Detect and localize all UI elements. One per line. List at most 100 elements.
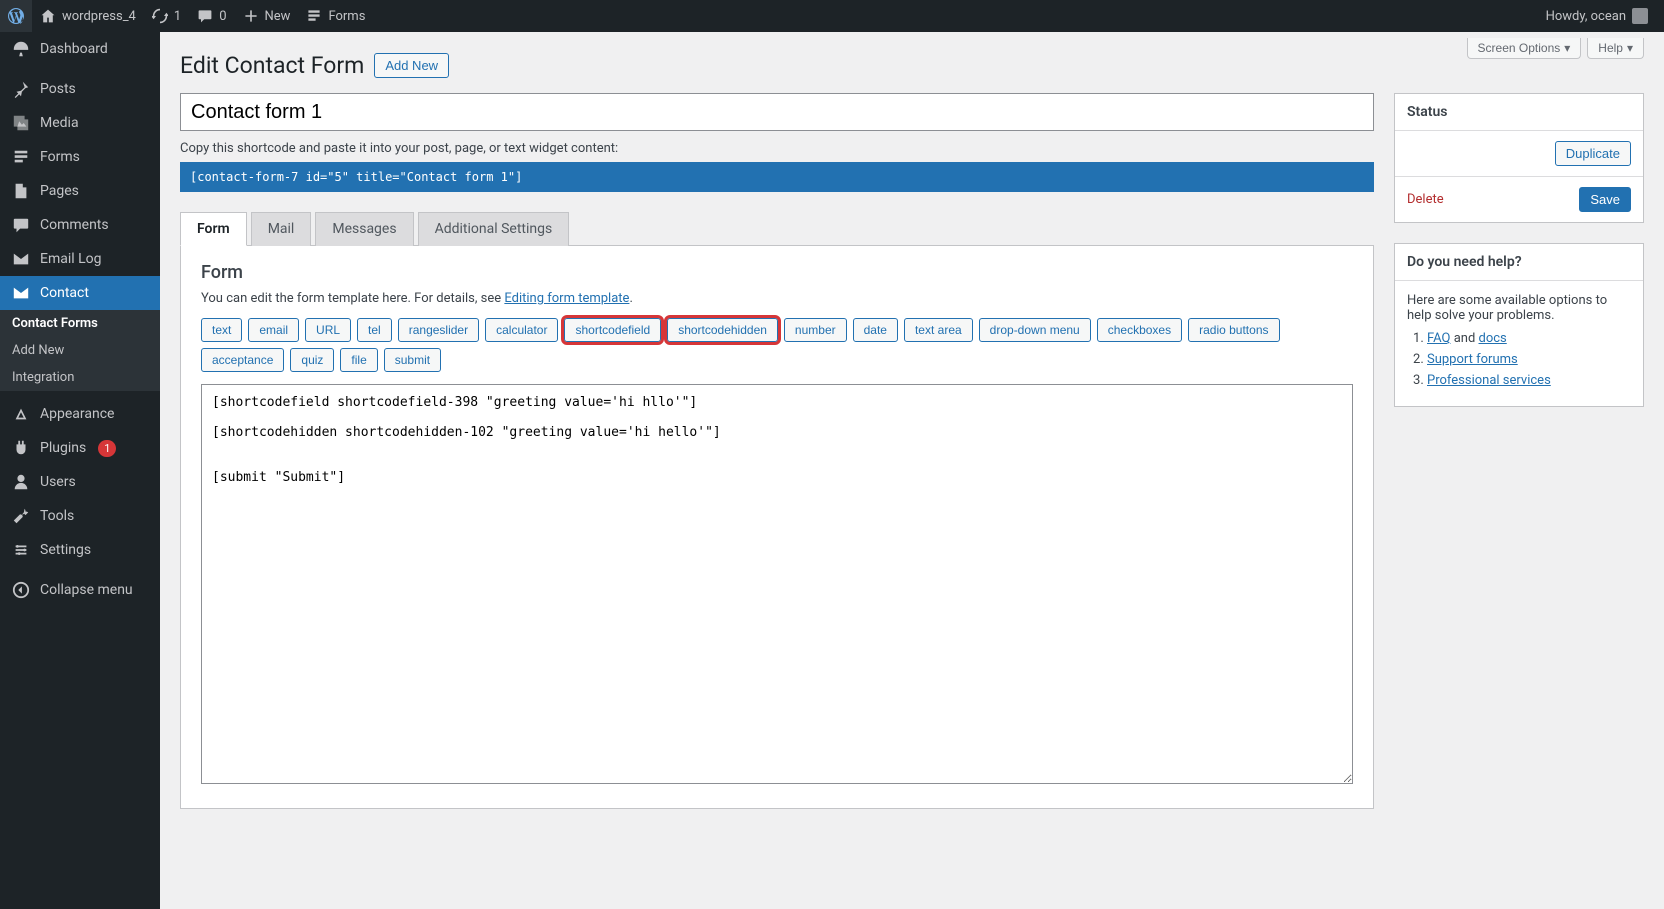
- menu-label: Media: [40, 115, 79, 131]
- tab-mail[interactable]: Mail: [251, 212, 312, 246]
- forms-label: Forms: [328, 9, 365, 24]
- menu-email-log[interactable]: Email Log: [0, 242, 160, 276]
- admin-sidebar: Dashboard Posts Media Forms Pages Commen…: [0, 32, 160, 909]
- support-forums-link[interactable]: Support forums: [1427, 352, 1518, 367]
- collapse-icon: [12, 581, 32, 599]
- tag-btn-shortcodehidden[interactable]: shortcodehidden: [667, 318, 778, 342]
- form-panel-heading: Form: [201, 262, 1353, 283]
- tab-messages[interactable]: Messages: [315, 212, 413, 246]
- tag-btn-file[interactable]: file: [340, 348, 377, 372]
- chevron-down-icon: ▾: [1627, 41, 1633, 55]
- help-item-support: Support forums: [1427, 352, 1631, 367]
- form-panel-desc: You can edit the form template here. For…: [201, 291, 1353, 306]
- menu-dashboard[interactable]: Dashboard: [0, 32, 160, 66]
- tag-btn-tel[interactable]: tel: [357, 318, 392, 342]
- home-icon: [40, 8, 56, 24]
- updates-count: 1: [174, 9, 181, 24]
- tag-btn-date[interactable]: date: [853, 318, 898, 342]
- tag-btn-calculator[interactable]: calculator: [485, 318, 558, 342]
- wordpress-icon: [8, 8, 24, 24]
- menu-forms[interactable]: Forms: [0, 140, 160, 174]
- plugin-icon: [12, 439, 32, 457]
- updates-menu[interactable]: 1: [144, 0, 189, 32]
- my-account-menu[interactable]: Howdy, ocean: [1538, 0, 1656, 32]
- help-item-pro: Professional services: [1427, 373, 1631, 388]
- tag-btn-checkboxes[interactable]: checkboxes: [1097, 318, 1182, 342]
- tag-btn-shortcodefield[interactable]: shortcodefield: [564, 318, 661, 342]
- tag-btn-submit[interactable]: submit: [384, 348, 441, 372]
- menu-label: Tools: [40, 508, 74, 524]
- tag-btn-acceptance[interactable]: acceptance: [201, 348, 284, 372]
- menu-label: Forms: [40, 149, 80, 165]
- site-name-menu[interactable]: wordpress_4: [32, 0, 144, 32]
- add-new-button[interactable]: Add New: [374, 53, 449, 78]
- menu-users[interactable]: Users: [0, 465, 160, 499]
- contact-submenu: Contact Forms Add New Integration: [0, 310, 160, 391]
- submenu-contact-forms[interactable]: Contact Forms: [0, 310, 160, 337]
- tag-btn-text[interactable]: text: [201, 318, 242, 342]
- comments-count: 0: [219, 9, 226, 24]
- screen-options-button[interactable]: Screen Options ▾: [1467, 38, 1582, 59]
- user-icon: [12, 473, 32, 491]
- tab-form[interactable]: Form: [180, 212, 247, 246]
- menu-label: Comments: [40, 217, 109, 233]
- menu-label: Users: [40, 474, 76, 490]
- comments-menu[interactable]: 0: [189, 0, 234, 32]
- tag-btn-radio-buttons[interactable]: radio buttons: [1188, 318, 1279, 342]
- submenu-add-new[interactable]: Add New: [0, 337, 160, 364]
- help-label: Help: [1598, 41, 1623, 55]
- tag-btn-text-area[interactable]: text area: [904, 318, 973, 342]
- media-icon: [12, 114, 32, 132]
- forms-icon: [306, 8, 322, 24]
- menu-settings[interactable]: Settings: [0, 533, 160, 567]
- forms-icon: [12, 148, 32, 166]
- help-box: Do you need help? Here are some availabl…: [1394, 243, 1644, 407]
- submenu-integration[interactable]: Integration: [0, 364, 160, 391]
- tab-additional-settings[interactable]: Additional Settings: [418, 212, 570, 246]
- wp-logo-menu[interactable]: [0, 0, 32, 32]
- update-icon: [152, 8, 168, 24]
- menu-label: Appearance: [40, 406, 114, 422]
- menu-plugins[interactable]: Plugins 1: [0, 431, 160, 465]
- menu-tools[interactable]: Tools: [0, 499, 160, 533]
- tag-btn-URL[interactable]: URL: [305, 318, 351, 342]
- menu-label: Plugins: [40, 440, 86, 456]
- new-content-menu[interactable]: New: [235, 0, 299, 32]
- faq-link[interactable]: FAQ: [1427, 331, 1450, 346]
- screen-options-label: Screen Options: [1478, 41, 1561, 55]
- menu-collapse[interactable]: Collapse menu: [0, 573, 160, 607]
- form-title-input[interactable]: [180, 93, 1374, 131]
- professional-services-link[interactable]: Professional services: [1427, 373, 1551, 388]
- status-box: Status Duplicate Delete Save: [1394, 93, 1644, 223]
- editing-form-template-link[interactable]: Editing form template: [504, 291, 629, 306]
- tag-btn-rangeslider[interactable]: rangeslider: [398, 318, 479, 342]
- help-button[interactable]: Help ▾: [1587, 38, 1644, 59]
- menu-contact[interactable]: Contact: [0, 276, 160, 310]
- forms-menu[interactable]: Forms: [298, 0, 373, 32]
- menu-comments[interactable]: Comments: [0, 208, 160, 242]
- menu-media[interactable]: Media: [0, 106, 160, 140]
- settings-icon: [12, 541, 32, 559]
- menu-label: Email Log: [40, 251, 102, 267]
- docs-link[interactable]: docs: [1479, 331, 1507, 346]
- duplicate-button[interactable]: Duplicate: [1555, 141, 1631, 166]
- menu-posts[interactable]: Posts: [0, 72, 160, 106]
- shortcode-display[interactable]: [contact-form-7 id="5" title="Contact fo…: [180, 162, 1374, 192]
- tag-btn-email[interactable]: email: [248, 318, 299, 342]
- menu-pages[interactable]: Pages: [0, 174, 160, 208]
- save-button[interactable]: Save: [1579, 187, 1631, 212]
- menu-label: Collapse menu: [40, 582, 133, 598]
- menu-label: Dashboard: [40, 41, 108, 57]
- tag-generator-row: textemailURLtelrangeslidercalculatorshor…: [201, 318, 1353, 372]
- tag-btn-quiz[interactable]: quiz: [290, 348, 334, 372]
- tag-btn-number[interactable]: number: [784, 318, 847, 342]
- form-template-textarea[interactable]: [201, 384, 1353, 784]
- page-title: Edit Contact Form: [180, 52, 364, 79]
- status-box-title: Status: [1395, 94, 1643, 131]
- site-name-label: wordpress_4: [62, 9, 136, 24]
- delete-link[interactable]: Delete: [1407, 192, 1444, 207]
- plugins-update-count: 1: [98, 440, 116, 457]
- menu-appearance[interactable]: Appearance: [0, 397, 160, 431]
- tag-btn-drop-down-menu[interactable]: drop-down menu: [979, 318, 1091, 342]
- mail-icon: [12, 284, 32, 302]
